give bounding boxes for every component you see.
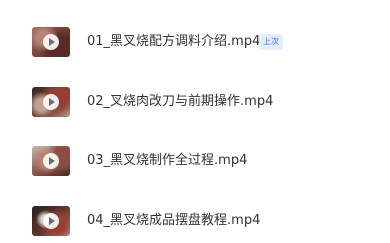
file-name[interactable]: 03_黑叉烧制作全过程.mp4 [87, 152, 247, 170]
file-name[interactable]: 01_黑叉烧配方调料介绍.mp4 [87, 33, 260, 51]
file-name[interactable]: 02_叉烧肉改刀与前期操作.mp4 [87, 93, 273, 111]
file-item-3[interactable]: 03_黑叉烧制作全过程.mp4 [0, 139, 390, 183]
file-item-1[interactable]: 01_黑叉烧配方调料介绍.mp4 上次 [0, 20, 390, 64]
play-icon[interactable] [43, 213, 59, 229]
play-icon[interactable] [43, 94, 59, 110]
video-thumbnail[interactable] [32, 206, 70, 236]
file-item-4[interactable]: 04_黑叉烧成品摆盘教程.mp4 [0, 199, 390, 243]
file-item-2[interactable]: 02_叉烧肉改刀与前期操作.mp4 [0, 80, 390, 124]
video-thumbnail[interactable] [32, 146, 70, 176]
last-watched-badge: 上次 [259, 34, 283, 50]
file-name[interactable]: 04_黑叉烧成品摆盘教程.mp4 [87, 212, 260, 230]
play-icon[interactable] [43, 34, 59, 50]
video-thumbnail[interactable] [32, 27, 70, 57]
video-file-list: 01_黑叉烧配方调料介绍.mp4 上次 02_叉烧肉改刀与前期操作.mp4 03… [0, 0, 390, 242]
video-thumbnail[interactable] [32, 87, 70, 117]
play-icon[interactable] [43, 153, 59, 169]
